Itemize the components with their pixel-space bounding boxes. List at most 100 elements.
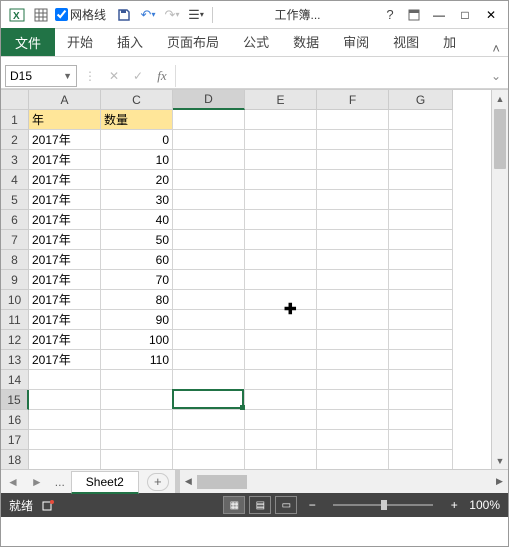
cell-G10[interactable] — [389, 290, 453, 310]
cell-F13[interactable] — [317, 350, 389, 370]
formula-input[interactable] — [175, 65, 486, 87]
cell-G15[interactable] — [389, 390, 453, 410]
cell-G6[interactable] — [389, 210, 453, 230]
cell-F11[interactable] — [317, 310, 389, 330]
cell-C11[interactable]: 90 — [101, 310, 173, 330]
cell-F7[interactable] — [317, 230, 389, 250]
ribbon-tab-0[interactable]: 开始 — [55, 27, 105, 56]
file-tab[interactable]: 文件 — [1, 28, 55, 56]
cell-G2[interactable] — [389, 130, 453, 150]
horizontal-scrollbar[interactable]: ◀ ▶ — [175, 470, 508, 493]
row-header-3[interactable]: 3 — [1, 150, 29, 170]
cell-D15[interactable] — [173, 390, 245, 410]
row-header-18[interactable]: 18 — [1, 450, 29, 469]
cell-E13[interactable] — [245, 350, 317, 370]
cell-A9[interactable]: 2017年 — [29, 270, 101, 290]
row-header-9[interactable]: 9 — [1, 270, 29, 290]
cell-D4[interactable] — [173, 170, 245, 190]
row-header-7[interactable]: 7 — [1, 230, 29, 250]
maximize-button[interactable]: □ — [452, 8, 478, 22]
cell-D16[interactable] — [173, 410, 245, 430]
help-button[interactable]: ? — [378, 3, 402, 27]
cell-C2[interactable]: 0 — [101, 130, 173, 150]
cell-C10[interactable]: 80 — [101, 290, 173, 310]
cell-C15[interactable] — [101, 390, 173, 410]
collapse-ribbon-icon[interactable]: ˄ — [484, 41, 508, 56]
cell-E7[interactable] — [245, 230, 317, 250]
cell-F14[interactable] — [317, 370, 389, 390]
scroll-left-icon[interactable]: ◀ — [180, 476, 197, 487]
cell-A1[interactable]: 年 — [29, 110, 101, 130]
row-header-2[interactable]: 2 — [1, 130, 29, 150]
ribbon-tab-7[interactable]: 加 — [431, 27, 468, 56]
cell-G16[interactable] — [389, 410, 453, 430]
cell-E16[interactable] — [245, 410, 317, 430]
cell-E11[interactable] — [245, 310, 317, 330]
fbar-menu-icon[interactable]: ⋮ — [79, 65, 101, 87]
expand-formula-icon[interactable]: ⌄ — [488, 69, 504, 83]
cell-E1[interactable] — [245, 110, 317, 130]
cell-F10[interactable] — [317, 290, 389, 310]
cell-F1[interactable] — [317, 110, 389, 130]
ribbon-tab-2[interactable]: 页面布局 — [155, 27, 231, 56]
cell-G11[interactable] — [389, 310, 453, 330]
cell-G14[interactable] — [389, 370, 453, 390]
cell-D8[interactable] — [173, 250, 245, 270]
cell-C14[interactable] — [101, 370, 173, 390]
cell-D7[interactable] — [173, 230, 245, 250]
ribbon-tab-4[interactable]: 数据 — [281, 27, 331, 56]
sheet-list-button[interactable]: ... — [49, 475, 71, 489]
cell-C9[interactable]: 70 — [101, 270, 173, 290]
cell-C4[interactable]: 20 — [101, 170, 173, 190]
cell-A11[interactable]: 2017年 — [29, 310, 101, 330]
view-page-break-button[interactable]: ▭ — [275, 496, 297, 514]
cell-G9[interactable] — [389, 270, 453, 290]
cell-D3[interactable] — [173, 150, 245, 170]
cell-G13[interactable] — [389, 350, 453, 370]
cell-E2[interactable] — [245, 130, 317, 150]
cell-G5[interactable] — [389, 190, 453, 210]
cell-A10[interactable]: 2017年 — [29, 290, 101, 310]
row-header-10[interactable]: 10 — [1, 290, 29, 310]
ribbon-tab-1[interactable]: 插入 — [105, 27, 155, 56]
cell-A2[interactable]: 2017年 — [29, 130, 101, 150]
cell-C8[interactable]: 60 — [101, 250, 173, 270]
cell-F18[interactable] — [317, 450, 389, 469]
zoom-level[interactable]: 100% — [469, 498, 500, 512]
cell-D13[interactable] — [173, 350, 245, 370]
select-all-corner[interactable] — [1, 90, 29, 110]
cell-A13[interactable]: 2017年 — [29, 350, 101, 370]
cell-F16[interactable] — [317, 410, 389, 430]
cell-C1[interactable]: 数量 — [101, 110, 173, 130]
row-header-16[interactable]: 16 — [1, 410, 29, 430]
cell-F15[interactable] — [317, 390, 389, 410]
cell-D17[interactable] — [173, 430, 245, 450]
row-header-12[interactable]: 12 — [1, 330, 29, 350]
cell-E18[interactable] — [245, 450, 317, 469]
scroll-right-icon[interactable]: ▶ — [491, 476, 508, 487]
row-header-8[interactable]: 8 — [1, 250, 29, 270]
cell-A12[interactable]: 2017年 — [29, 330, 101, 350]
cell-E5[interactable] — [245, 190, 317, 210]
add-sheet-button[interactable]: + — [147, 473, 169, 491]
cell-D9[interactable] — [173, 270, 245, 290]
cell-F12[interactable] — [317, 330, 389, 350]
cell-E9[interactable] — [245, 270, 317, 290]
cell-F5[interactable] — [317, 190, 389, 210]
cell-A5[interactable]: 2017年 — [29, 190, 101, 210]
column-header-F[interactable]: F — [317, 90, 389, 110]
cell-F6[interactable] — [317, 210, 389, 230]
cell-E3[interactable] — [245, 150, 317, 170]
cell-C7[interactable]: 50 — [101, 230, 173, 250]
save-button[interactable] — [112, 3, 136, 27]
cell-D6[interactable] — [173, 210, 245, 230]
cell-C6[interactable]: 40 — [101, 210, 173, 230]
cell-D1[interactable] — [173, 110, 245, 130]
qat-table-icon[interactable] — [29, 3, 53, 27]
column-header-D[interactable]: D — [173, 90, 245, 110]
cell-F2[interactable] — [317, 130, 389, 150]
column-header-A[interactable]: A — [29, 90, 101, 110]
cell-A7[interactable]: 2017年 — [29, 230, 101, 250]
cell-E14[interactable] — [245, 370, 317, 390]
chevron-down-icon[interactable]: ▼ — [63, 71, 72, 81]
